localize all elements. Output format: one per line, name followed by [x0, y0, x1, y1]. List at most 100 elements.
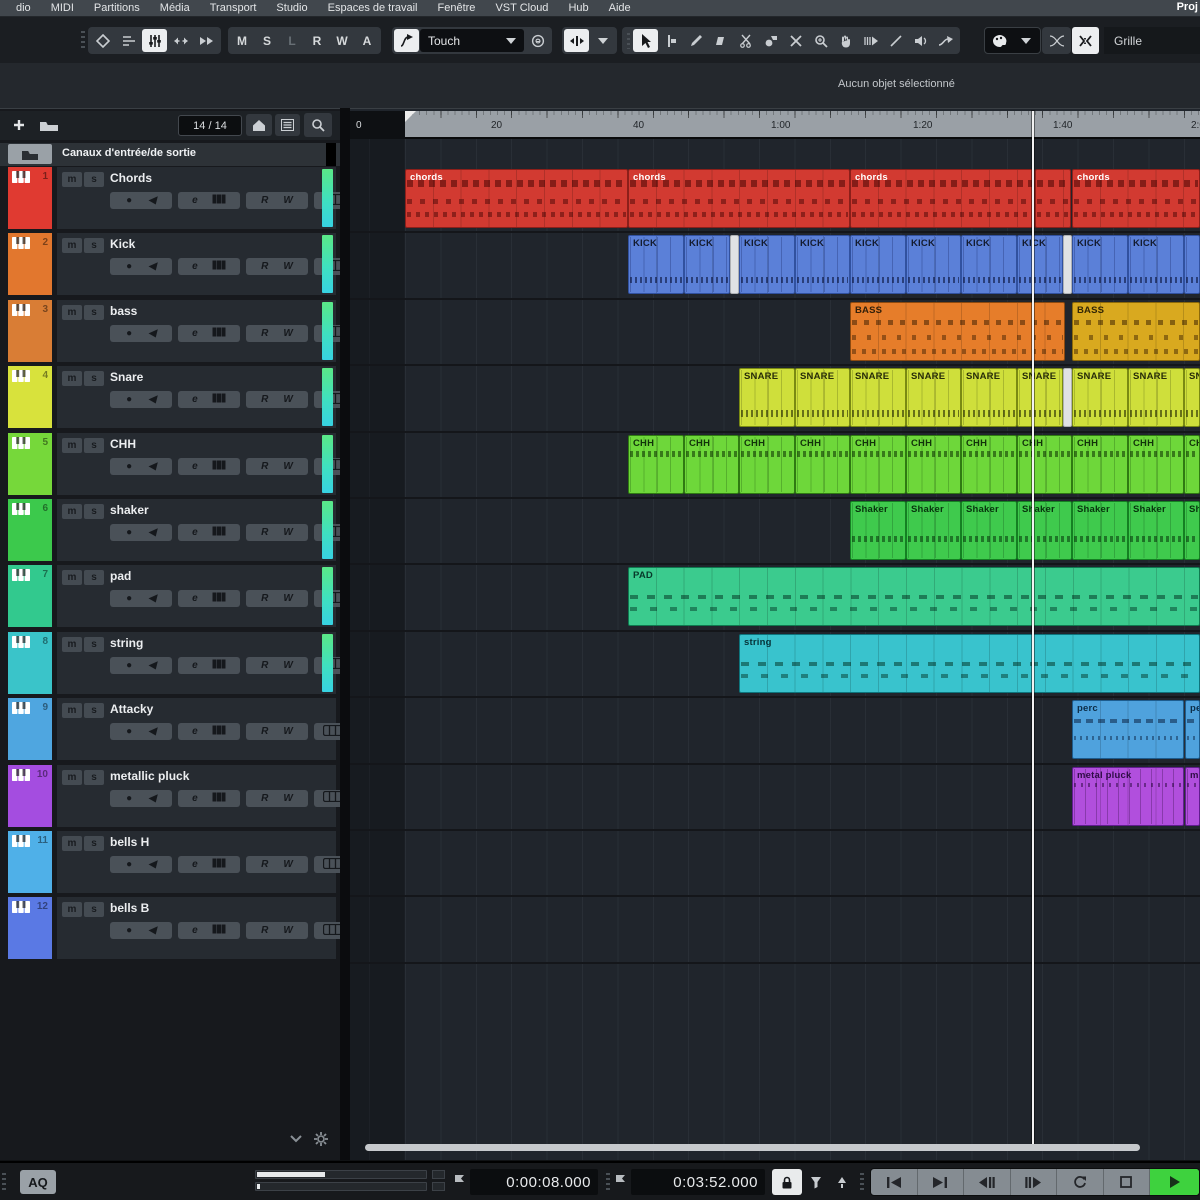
menu-item-hub[interactable]: Hub: [558, 2, 598, 14]
record-enable-icon[interactable]: ●: [126, 461, 132, 472]
write-automation-icon[interactable]: W: [283, 793, 292, 804]
range-selection-tool[interactable]: [658, 29, 683, 52]
solo-all-button[interactable]: S: [255, 29, 279, 52]
midi-clip-shaker[interactable]: Shaker: [906, 501, 961, 560]
midi-clip-snare[interactable]: SNARE: [1072, 368, 1128, 427]
write-automation-icon[interactable]: W: [283, 859, 292, 870]
monitor-icon[interactable]: ◀: [148, 394, 156, 405]
track-mute-button[interactable]: m: [62, 305, 82, 320]
read-all-button[interactable]: R: [305, 29, 329, 52]
write-automation-icon[interactable]: W: [283, 925, 292, 936]
monitor-icon[interactable]: ◀: [148, 726, 156, 737]
monitor-icon[interactable]: ◀: [148, 925, 156, 936]
midi-clip-chords[interactable]: chords: [850, 169, 1035, 228]
edit-instrument-icon[interactable]: [212, 725, 226, 738]
autoscroll-icon[interactable]: [564, 29, 589, 52]
expand-tracks-icon[interactable]: [168, 29, 193, 52]
go-to-end-button[interactable]: [918, 1169, 965, 1195]
read-automation-icon[interactable]: R: [261, 925, 268, 936]
write-automation-icon[interactable]: W: [283, 328, 292, 339]
track-header[interactable]: msCHH●◀eRW: [57, 433, 336, 495]
track-solo-button[interactable]: s: [84, 172, 104, 187]
automation-panel-icon[interactable]: [525, 29, 550, 52]
edit-channel-icon[interactable]: e: [192, 793, 198, 804]
track-row-shaker[interactable]: 6msshaker●◀eRW: [0, 499, 340, 563]
midi-clip-snare[interactable]: SNARE: [795, 368, 850, 427]
midi-clip-kick[interactable]: KICK: [795, 235, 850, 294]
edit-channel-icon[interactable]: e: [192, 261, 198, 272]
track-row-pad[interactable]: 7mspad●◀eRW: [0, 565, 340, 629]
hand-tool[interactable]: [833, 29, 858, 52]
playhead-cursor[interactable]: [1032, 111, 1034, 1144]
track-solo-button[interactable]: s: [84, 637, 104, 652]
edit-channel-icon[interactable]: e: [192, 461, 198, 472]
record-enable-icon[interactable]: ●: [126, 593, 132, 604]
midi-clip-string[interactable]: string: [739, 634, 1200, 693]
track-color-strip[interactable]: 4: [8, 366, 52, 428]
track-color-strip[interactable]: 2: [8, 233, 52, 295]
read-automation-icon[interactable]: R: [261, 859, 268, 870]
track-solo-button[interactable]: s: [84, 836, 104, 851]
monitor-icon[interactable]: ◀: [148, 527, 156, 538]
midi-clip-kick[interactable]: KICK: [628, 235, 684, 294]
edit-channel-icon[interactable]: e: [192, 195, 198, 206]
read-automation-icon[interactable]: R: [261, 793, 268, 804]
timeline-ruler[interactable]: 020401:001:201:402:0: [350, 111, 1200, 139]
monitor-icon[interactable]: ◀: [148, 859, 156, 870]
edit-channel-icon[interactable]: e: [192, 527, 198, 538]
track-mute-button[interactable]: m: [62, 570, 82, 585]
track-solo-button[interactable]: s: [84, 305, 104, 320]
add-track-button[interactable]: [8, 114, 30, 136]
midi-clip-kick[interactable]: KICK: [850, 235, 906, 294]
tools-drag-handle[interactable]: [627, 33, 630, 49]
monitor-icon[interactable]: ◀: [148, 793, 156, 804]
midi-clip-shaker[interactable]: Shaker: [961, 501, 1017, 560]
track-name[interactable]: Chords: [110, 171, 152, 185]
punch-filter-button[interactable]: [804, 1169, 828, 1195]
track-row-attacky[interactable]: 9msAttacky●◀eRW: [0, 698, 340, 762]
edit-channel-icon[interactable]: e: [192, 328, 198, 339]
midi-clip-sh[interactable]: Sh: [1184, 501, 1200, 560]
play-tool[interactable]: [858, 29, 883, 52]
midi-clip-metal-pluck[interactable]: metal pluck: [1072, 767, 1184, 826]
midi-clip-me[interactable]: me: [1185, 767, 1200, 826]
track-header[interactable]: mspad●◀eRW: [57, 565, 336, 627]
track-color-strip[interactable]: 3: [8, 300, 52, 362]
midi-clip-bass[interactable]: BASS: [1072, 302, 1200, 361]
track-name[interactable]: metallic pluck: [110, 769, 189, 783]
track-solo-button[interactable]: s: [84, 371, 104, 386]
midi-clip-sn[interactable]: SN: [1184, 368, 1200, 427]
midi-clip-chords[interactable]: chords: [405, 169, 628, 228]
meter-option-boxes[interactable]: [432, 1170, 445, 1194]
rewind-button[interactable]: [964, 1169, 1011, 1195]
record-enable-icon[interactable]: ●: [126, 527, 132, 538]
midi-clip-gap[interactable]: [730, 235, 739, 294]
crossfade-icon[interactable]: [1044, 29, 1069, 52]
track-row-bells-h[interactable]: 11msbells H●◀eRW: [0, 831, 340, 895]
color-tool-icon[interactable]: [987, 29, 1012, 52]
comp-tool[interactable]: [933, 29, 958, 52]
forward-button[interactable]: [1011, 1169, 1058, 1195]
track-mute-button[interactable]: m: [62, 238, 82, 253]
track-header[interactable]: msshaker●◀eRW: [57, 499, 336, 561]
track-mute-button[interactable]: m: [62, 637, 82, 652]
track-color-strip[interactable]: 9: [8, 698, 52, 760]
menu-item-midi[interactable]: MIDI: [41, 2, 84, 14]
menu-item-partitions[interactable]: Partitions: [84, 2, 150, 14]
find-track-button[interactable]: [304, 113, 332, 137]
midi-clip-chh[interactable]: CHH: [961, 435, 1017, 494]
midi-clip-kick[interactable]: KICK: [961, 235, 1017, 294]
midi-clip-kick[interactable]: KICK: [684, 235, 730, 294]
edit-channel-icon[interactable]: e: [192, 394, 198, 405]
track-row-bells-b[interactable]: 12msbells B●◀eRW: [0, 897, 340, 961]
menu-item-aide[interactable]: Aide: [599, 2, 641, 14]
read-automation-icon[interactable]: R: [261, 261, 268, 272]
use-track-preset-button[interactable]: [34, 114, 64, 136]
track-solo-button[interactable]: s: [84, 438, 104, 453]
midi-clip-kick[interactable]: KICK: [1017, 235, 1063, 294]
track-lane[interactable]: [350, 831, 1200, 897]
midi-clip-shaker[interactable]: Shaker: [850, 501, 906, 560]
track-color-strip[interactable]: 12: [8, 897, 52, 959]
show-lanes-icon[interactable]: [323, 791, 342, 805]
midi-clip-shaker[interactable]: Shaker: [1128, 501, 1184, 560]
